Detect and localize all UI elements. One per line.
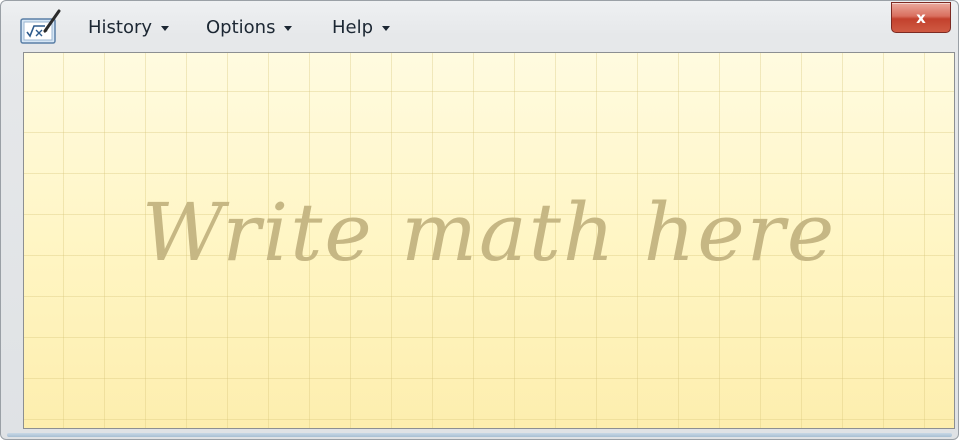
window-bottom-border bbox=[7, 433, 952, 437]
chevron-down-icon bbox=[284, 25, 293, 31]
close-button[interactable]: x bbox=[891, 2, 951, 33]
menu-options-label: Options bbox=[206, 16, 276, 38]
menu-help-label: Help bbox=[332, 16, 374, 38]
menu-options[interactable]: Options bbox=[206, 13, 293, 41]
chevron-down-icon bbox=[161, 25, 170, 31]
menu-help[interactable]: Help bbox=[332, 13, 391, 41]
writing-area[interactable]: Write math here bbox=[23, 52, 955, 429]
close-icon: x bbox=[916, 8, 926, 27]
chevron-down-icon bbox=[382, 25, 391, 31]
menu-history[interactable]: History bbox=[88, 13, 170, 41]
math-input-panel-window: History Options Help x Write math here bbox=[0, 0, 959, 440]
write-math-prompt: Write math here bbox=[141, 186, 837, 279]
math-input-panel-icon[interactable] bbox=[18, 7, 62, 45]
menu-history-label: History bbox=[88, 16, 153, 38]
title-bar: History Options Help x bbox=[1, 1, 958, 49]
